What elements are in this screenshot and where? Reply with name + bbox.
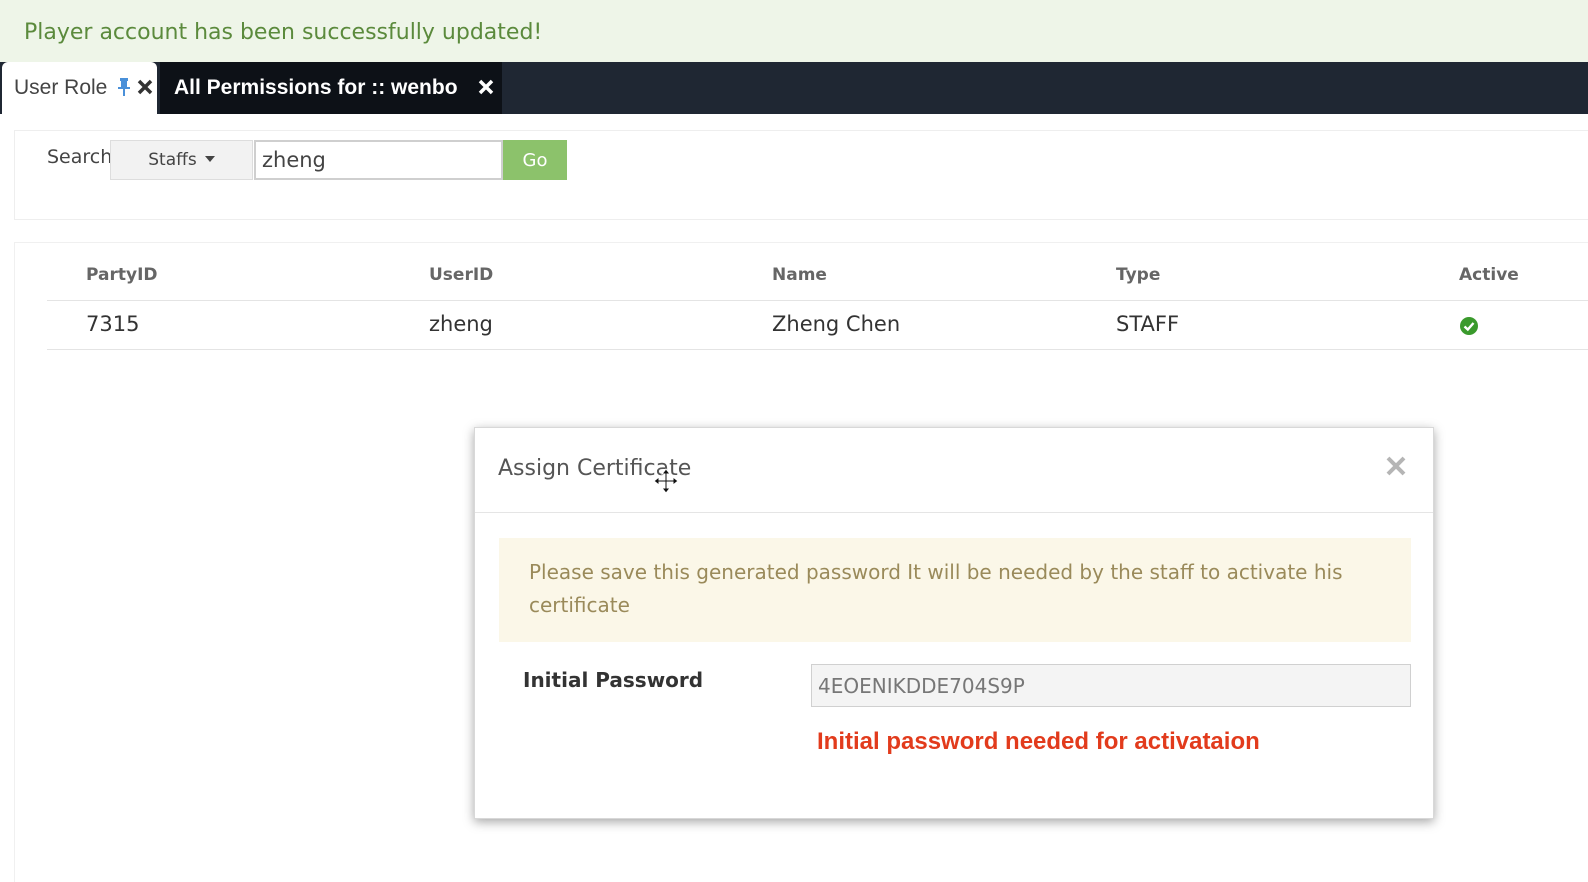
- success-notification: Player account has been successfully upd…: [0, 0, 1588, 62]
- assign-certificate-modal: Assign Certificate Please save this gene…: [474, 427, 1434, 819]
- cell-party-id: 7315: [86, 312, 140, 336]
- tab-user-role[interactable]: User Role: [2, 62, 157, 114]
- column-header-active[interactable]: Active: [1459, 265, 1519, 285]
- check-circle-icon: [1460, 317, 1478, 335]
- initial-password-field[interactable]: [811, 664, 1411, 707]
- go-button[interactable]: Go: [503, 140, 567, 180]
- warning-message: Please save this generated password It w…: [499, 538, 1411, 642]
- row-divider: [47, 349, 1588, 350]
- tab-label: User Role: [14, 76, 108, 99]
- cell-name: Zheng Chen: [772, 312, 901, 336]
- close-icon[interactable]: [477, 78, 495, 96]
- cell-type: STAFF: [1116, 312, 1180, 336]
- tab-label: All Permissions for :: wenbo: [174, 76, 458, 99]
- close-icon[interactable]: [1385, 455, 1407, 477]
- search-scope-dropdown[interactable]: Staffs: [110, 140, 253, 180]
- column-header-type[interactable]: Type: [1116, 265, 1160, 285]
- initial-password-label: Initial Password: [523, 668, 704, 692]
- close-icon[interactable]: [136, 78, 154, 96]
- modal-header-divider: [475, 512, 1433, 513]
- tab-all-permissions[interactable]: All Permissions for :: wenbo: [160, 62, 502, 114]
- column-header-partyid[interactable]: PartyID: [86, 265, 158, 285]
- search-label: Search: [47, 146, 113, 168]
- search-input[interactable]: [254, 140, 503, 180]
- cell-user-id: zheng: [429, 312, 493, 336]
- header-divider: [47, 300, 1588, 301]
- column-header-userid[interactable]: UserID: [429, 265, 493, 285]
- pin-icon[interactable]: [117, 78, 131, 96]
- tab-bar: User Role All Permissions for :: wenbo: [0, 62, 1588, 114]
- move-cursor-icon: [653, 468, 679, 494]
- password-annotation: Initial password needed for activataion: [817, 728, 1260, 755]
- column-header-name[interactable]: Name: [772, 265, 827, 285]
- search-scope-value: Staffs: [148, 150, 197, 170]
- caret-down-icon: [204, 156, 215, 162]
